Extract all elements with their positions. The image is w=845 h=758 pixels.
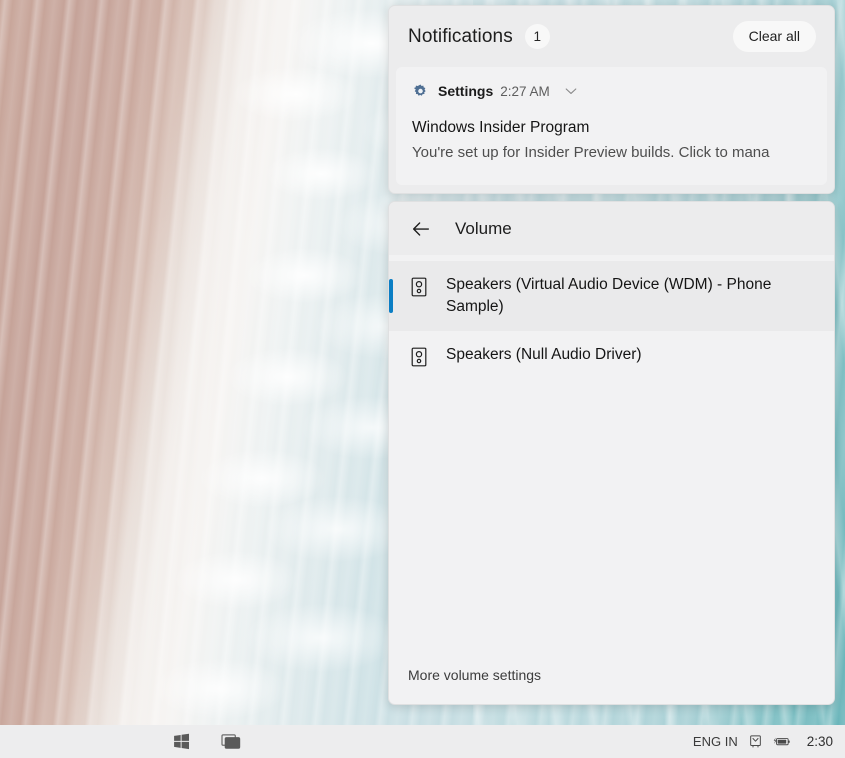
settings-gear-icon [412,83,429,100]
notification-app-row: Settings 2:27 AM [412,79,811,103]
volume-header: Volume [389,202,834,255]
speaker-icon [411,347,427,367]
back-arrow-icon[interactable] [406,214,436,244]
windows-start-icon[interactable] [168,729,194,755]
chevron-down-icon[interactable] [562,82,580,100]
battery-icon[interactable] [773,733,790,750]
language-indicator[interactable]: ENG IN [693,734,738,749]
volume-panel: Volume Speakers (Virtual Audio Device (W… [388,201,835,705]
notification-app-name: Settings [438,83,493,99]
notifications-panel: Notifications 1 Clear all Settings 2:27 … [388,5,835,194]
notification-heading: Windows Insider Program [412,117,811,139]
notifications-count-badge: 1 [525,24,550,49]
notifications-header: Notifications 1 Clear all [389,6,834,67]
taskbar-clock[interactable]: 2:30 [807,734,833,749]
notification-item[interactable]: Settings 2:27 AM Windows Insider Program… [396,67,827,185]
list-item[interactable]: Speakers (Null Audio Driver) [389,331,834,383]
notification-message: You're set up for Insider Preview builds… [412,142,811,164]
taskbar: ENG IN 2:30 [0,725,845,758]
selection-indicator [389,279,393,313]
speaker-icon [411,277,427,297]
taskbar-left-group [168,729,244,755]
task-view-icon[interactable] [218,729,244,755]
device-label: Speakers (Null Audio Driver) [446,344,642,366]
audio-device-list: Speakers (Virtual Audio Device (WDM) - P… [389,255,834,667]
device-label: Speakers (Virtual Audio Device (WDM) - P… [446,274,808,318]
network-icon[interactable] [747,733,764,750]
desktop-screen: Notifications 1 Clear all Settings 2:27 … [0,0,845,758]
list-item[interactable]: Speakers (Virtual Audio Device (WDM) - P… [389,261,834,331]
clear-all-button[interactable]: Clear all [733,21,816,52]
notifications-title: Notifications [408,26,513,48]
notification-body: Windows Insider Program You're set up fo… [412,103,811,164]
system-tray: ENG IN 2:30 [693,733,845,750]
notification-timestamp: 2:27 AM [500,84,550,99]
volume-title: Volume [455,219,512,239]
more-volume-settings-link[interactable]: More volume settings [389,667,834,704]
